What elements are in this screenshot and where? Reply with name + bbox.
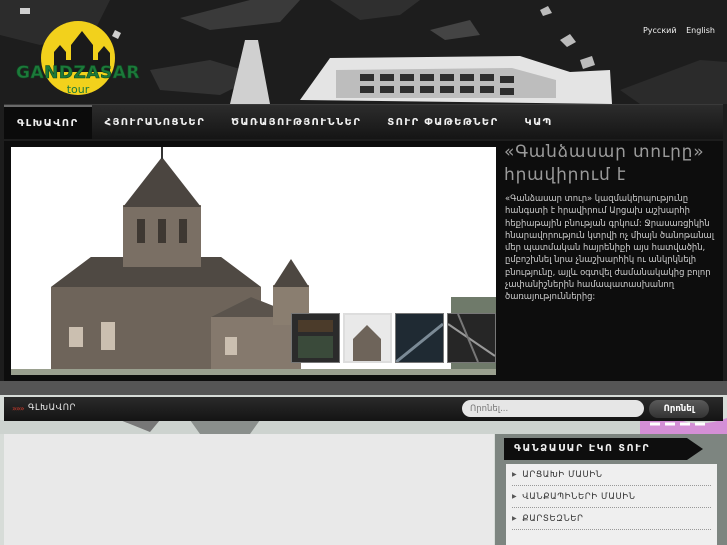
feature-title: «Գանձասար տուրը» հրավիրում է: [504, 142, 705, 185]
feature-description: «Գանձասար տուր» կազմակերպությունը հանգստ…: [505, 193, 714, 302]
main-content: [4, 434, 494, 545]
sidebar-heading: ԳԱՆՁԱՍԱՐ ԷԿՈ ՏՈՒՐ: [504, 438, 703, 460]
breadcrumb[interactable]: ԳԼԽԱՎՈՐ: [28, 403, 76, 413]
featured-section: «Գանձասար տուրը» հրավիրում է «Գանձասար տ…: [4, 141, 723, 381]
gandzasar-tour-logo[interactable]: GANDZASAR tour: [16, 20, 140, 100]
triangle-right-icon: ▶: [512, 515, 518, 522]
sidebar-item-label: ՔԱՐՏԵԶՆԵՐ: [522, 513, 584, 524]
triangle-right-icon: ▶: [512, 471, 518, 478]
sidebar-item-about-monasteries[interactable]: ▶ ՎԱՆՔԱՊԻՆԵՐԻ ՄԱՍԻՆ: [512, 486, 711, 508]
search-button[interactable]: Որոնել: [649, 400, 709, 418]
nav-hotels[interactable]: ՀՅՈՒՐԱՆՈՑՆԵՐ: [92, 105, 219, 139]
triangle-right-icon: ▶: [512, 493, 518, 500]
sidebar: ԳԱՆՁԱՍԱՐ ԷԿՈ ՏՈՒՐ ▶ ԱՐՑԱԽԻ ՄԱՍԻՆ ▶ ՎԱՆՔԱ…: [504, 436, 723, 545]
thumbnail-3[interactable]: [395, 313, 444, 363]
slideshow-thumbnails: [291, 313, 496, 363]
nav-contact[interactable]: ԿԱՊ: [512, 105, 566, 139]
sidebar-item-maps[interactable]: ▶ ՔԱՐՏԵԶՆԵՐ: [512, 508, 711, 530]
sidebar-item-about-artsakh[interactable]: ▶ ԱՐՑԱԽԻ ՄԱՍԻՆ: [512, 464, 711, 486]
language-switcher: Русский English: [636, 26, 715, 35]
main-navigation: ԳԼԽԱՎՈՐ ՀՅՈՒՐԱՆՈՑՆԵՐ ԾԱՌԱՅՈՒԹՅՈՒՆՆԵՐ ՏՈՒ…: [4, 104, 723, 139]
nav-services[interactable]: ԾԱՌԱՅՈՒԹՅՈՒՆՆԵՐ: [218, 105, 374, 139]
nav-home[interactable]: ԳԼԽԱՎՈՐ: [4, 105, 92, 139]
nav-tour-packages[interactable]: ՏՈՒՐ ՓԱԹԵԹՆԵՐ: [374, 105, 511, 139]
sidebar-menu: ▶ ԱՐՑԱԽԻ ՄԱՍԻՆ ▶ ՎԱՆՔԱՊԻՆԵՐԻ ՄԱՍԻՆ ▶ ՔԱՐ…: [506, 464, 717, 545]
breadcrumb-arrow-icon: »»»: [12, 404, 25, 413]
sidebar-item-label: ԱՐՑԱԽԻ ՄԱՍԻՆ: [522, 469, 603, 480]
search-input[interactable]: [462, 400, 644, 417]
thumbnail-2[interactable]: [343, 313, 392, 363]
logo-subtitle: tour: [67, 83, 90, 96]
thumbnail-1[interactable]: [291, 313, 340, 363]
breadcrumb-bar: »»» ԳԼԽԱՎՈՐ Որոնել: [4, 397, 723, 421]
lang-english-link[interactable]: English: [686, 26, 715, 35]
lang-russian-link[interactable]: Русский: [643, 26, 677, 35]
thumbnail-4[interactable]: [447, 313, 496, 363]
sidebar-item-label: ՎԱՆՔԱՊԻՆԵՐԻ ՄԱՍԻՆ: [522, 491, 636, 502]
logo-wordmark: GANDZASAR: [16, 63, 140, 83]
